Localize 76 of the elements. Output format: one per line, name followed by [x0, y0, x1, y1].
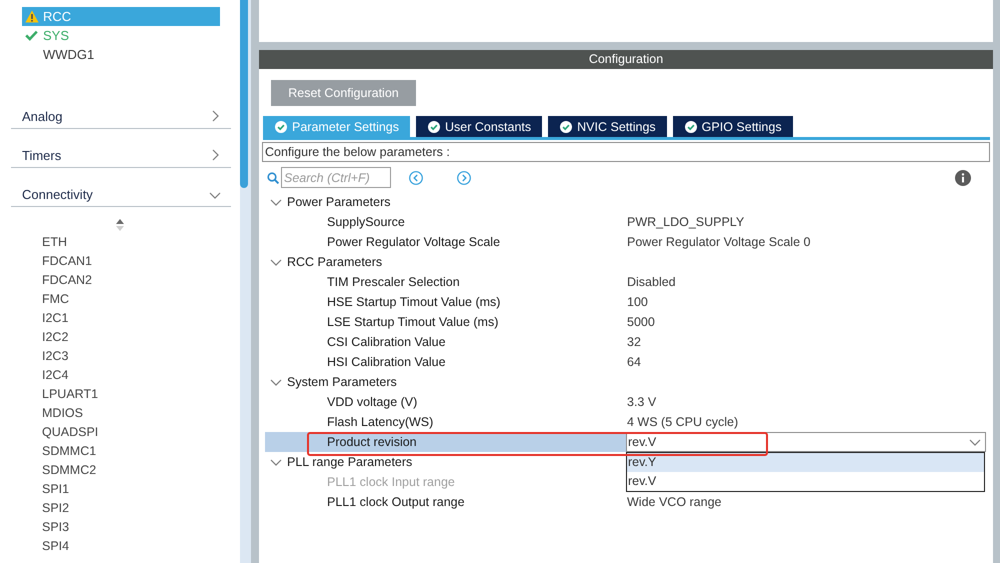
peripheral-item[interactable]: SPI4	[42, 537, 70, 556]
peripheral-item[interactable]: FDCAN1	[42, 252, 92, 271]
check-circle-icon	[684, 120, 697, 132]
description-text: Configure the below parameters :	[262, 142, 990, 162]
tree-group-header[interactable]: System Parameters	[265, 372, 401, 392]
parameter-name: PLL1 clock Output range	[326, 494, 466, 511]
peripheral-item[interactable]: I2C4	[42, 366, 68, 385]
peripheral-item[interactable]: SDMMC1	[42, 442, 96, 461]
parameter-name: VDD voltage (V)	[326, 394, 418, 411]
parameter-value: Disabled	[626, 274, 677, 291]
chevron-right-icon	[212, 110, 219, 122]
parameter-value: 3.3 V	[626, 394, 658, 411]
chevron-down-icon	[270, 258, 282, 266]
peripheral-item[interactable]: QUADSPI	[42, 423, 98, 442]
parameter-name: HSE Startup Timout Value (ms)	[326, 294, 502, 311]
parameter-name: HSI Calibration Value	[326, 354, 447, 371]
parameter-value: 4 WS (5 CPU cycle)	[626, 414, 740, 431]
check-circle-icon	[560, 120, 572, 132]
dropdown-field[interactable]: rev.V	[626, 432, 986, 452]
search-field[interactable]: Search (Ctrl+F)	[281, 167, 391, 188]
parameter-name: Power Regulator Voltage Scale	[326, 234, 502, 251]
peripheral-item[interactable]: I2C3	[42, 347, 68, 366]
peripheral-item[interactable]: FDCAN2	[42, 271, 92, 290]
parameter-value: 32	[626, 334, 642, 351]
tab[interactable]: GPIO Settings	[672, 116, 793, 137]
peripheral-item[interactable]: MDIOS	[42, 404, 83, 423]
parameter-name: CSI Calibration Value	[326, 334, 447, 351]
peripheral-item[interactable]: SPI2	[42, 499, 70, 518]
peripheral-item[interactable]: WWDG1	[22, 45, 220, 64]
parameter-value: Wide VCO range	[626, 494, 722, 511]
parameter-value: Power Regulator Voltage Scale 0	[626, 234, 812, 251]
tab[interactable]: User Constants	[416, 116, 542, 137]
peripheral-item[interactable]: I2C2	[42, 328, 68, 347]
parameter-name: Flash Latency(WS)	[326, 414, 434, 431]
category-header[interactable]: Timers	[11, 129, 231, 168]
warning-icon	[25, 10, 39, 23]
peripheral-item[interactable]: FMC	[42, 290, 70, 309]
chevron-down-icon	[270, 198, 282, 206]
chevron-left-circle-icon[interactable]	[409, 170, 423, 184]
parameter-name: SupplySource	[326, 214, 406, 231]
parameter-value: 5000	[626, 314, 656, 331]
peripheral-item[interactable]: ETH	[42, 233, 67, 252]
chevron-down-icon	[270, 458, 282, 466]
peripheral-item[interactable]: SDMMC2	[42, 461, 96, 480]
parameter-value: 100	[626, 294, 649, 311]
panel-header: Configuration	[259, 50, 993, 69]
parameter-value: 64	[626, 354, 642, 371]
chevron-down-icon	[969, 438, 981, 446]
parameter-name: TIM Prescaler Selection	[326, 274, 461, 291]
category-header[interactable]: Analog	[11, 90, 231, 129]
chevron-right-icon	[212, 149, 219, 161]
parameter-value: PWR_LDO_SUPPLY	[626, 214, 746, 231]
chevron-right-circle-icon[interactable]	[457, 170, 471, 184]
search-icon	[267, 172, 279, 184]
scrollbar-thumb[interactable]	[240, 0, 248, 188]
dropdown-option[interactable]: rev.V	[627, 472, 984, 491]
category-header[interactable]: Connectivity	[11, 168, 231, 207]
parameter-name: Product revision	[265, 432, 626, 452]
parameter-name: LSE Startup Timout Value (ms)	[326, 314, 500, 331]
tree-group-header[interactable]: RCC Parameters	[265, 252, 386, 272]
peripheral-item[interactable]: LPUART1	[42, 385, 98, 404]
peripheral-item[interactable]: I2C1	[42, 309, 68, 328]
check-icon	[25, 30, 38, 41]
tree-group-header[interactable]: Power Parameters	[265, 192, 395, 212]
tree-group-header[interactable]: PLL range Parameters	[265, 452, 416, 472]
chevron-down-icon	[209, 192, 221, 198]
peripheral-item[interactable]: SPI1	[42, 480, 70, 499]
check-circle-icon	[428, 120, 440, 132]
tab[interactable]: NVIC Settings	[548, 116, 667, 137]
chevron-down-icon	[270, 378, 282, 386]
dropdown-option[interactable]: rev.Y	[627, 453, 984, 472]
peripheral-item[interactable]: SPI3	[42, 518, 70, 537]
info-icon[interactable]	[955, 170, 971, 186]
parameter-name: PLL1 clock Input range	[326, 474, 456, 491]
sort-arrows-icon[interactable]	[116, 218, 124, 230]
check-circle-icon	[275, 120, 287, 132]
